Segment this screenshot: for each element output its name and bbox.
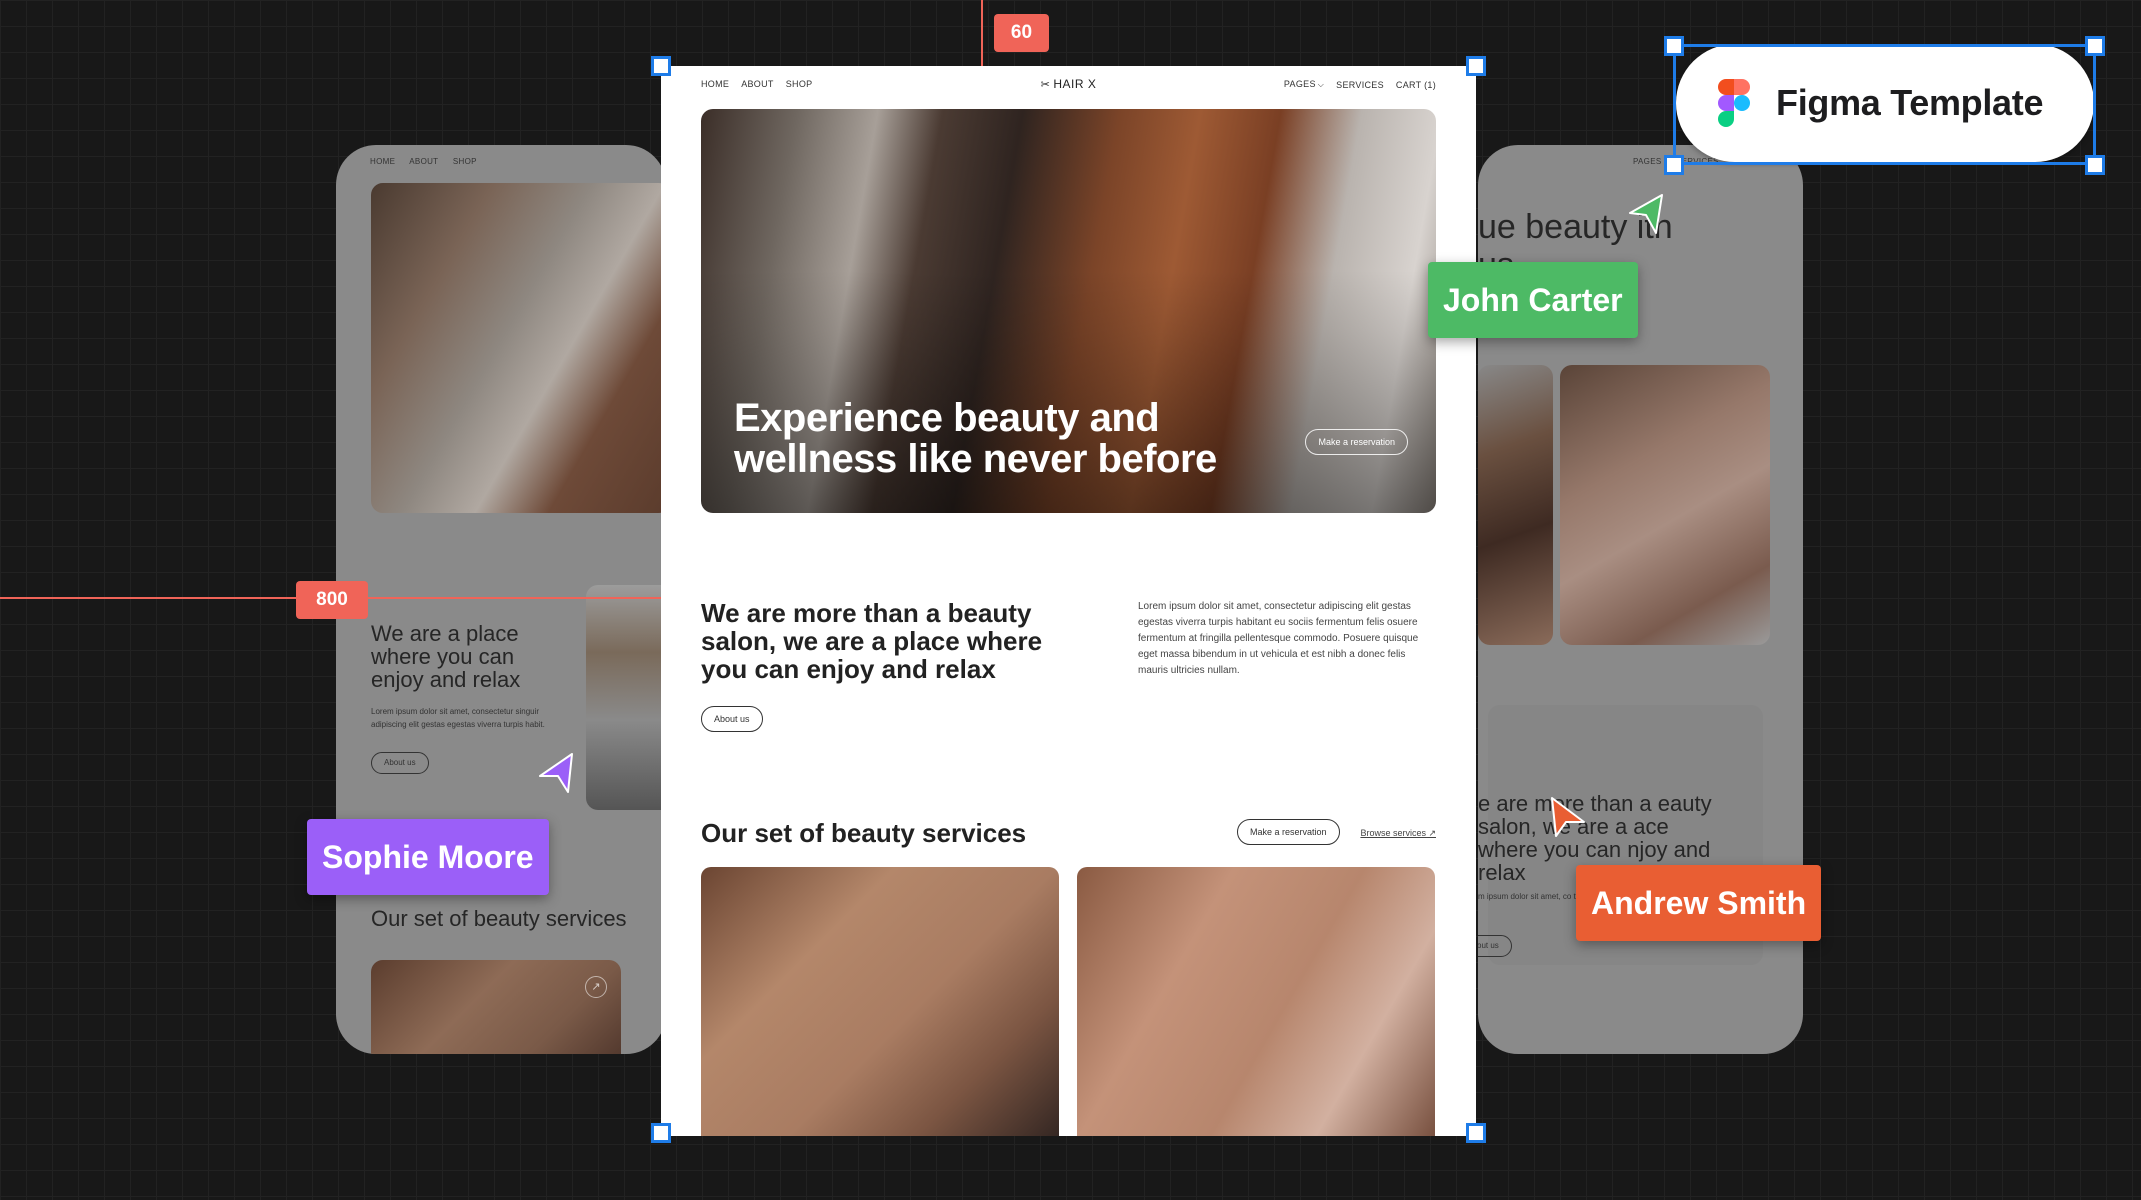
nav-home[interactable]: HOME [701, 79, 729, 89]
collaborator-tag-sophie: Sophie Moore [307, 819, 549, 895]
nav-pages-label: PAGES [1283, 79, 1316, 89]
eyeliner-photo [1560, 365, 1770, 645]
left-preview-services-title: Our set of beauty services [371, 906, 627, 931]
collaborator-tag-john: John Carter [1428, 262, 1638, 338]
logo-text: HAIR X [1053, 77, 1097, 91]
left-nav-home: HOME [370, 157, 396, 166]
right-preview-about-button: out us [1478, 935, 1512, 957]
sophie-cursor-icon [539, 753, 573, 793]
spacing-measure-label: 60 [994, 14, 1049, 52]
site-navbar: HOME ABOUT SHOP ✂ HAIR X PAGES ⌵ SERVICES … [701, 77, 1436, 99]
hero-reservation-button[interactable]: Make a reservation [1305, 429, 1408, 455]
badge-handle-bottom-right[interactable] [2085, 155, 2105, 175]
offset-measure-label: 800 [296, 581, 368, 619]
collaborator-tag-andrew: Andrew Smith [1576, 865, 1822, 941]
service-card-haircut[interactable] [1077, 867, 1435, 1136]
scissors-icon: ✂ [1040, 79, 1051, 91]
nav-shop[interactable]: SHOP [786, 79, 813, 89]
services-title: Our set of beauty services [701, 818, 1027, 848]
site-logo[interactable]: ✂ HAIR X [1041, 77, 1097, 91]
browse-services-link[interactable]: Browse services ↗ [1360, 828, 1436, 839]
about-us-button[interactable]: About us [701, 706, 763, 732]
stylist-photo [371, 183, 666, 513]
nav-about[interactable]: ABOUT [741, 79, 774, 89]
vertical-guide-line [981, 0, 983, 66]
services-reservation-button[interactable]: Make a reservation [1237, 819, 1340, 845]
badge-selection-border [1673, 44, 2096, 165]
left-preview-page: HOME ABOUT SHOP We are a place where you… [336, 145, 666, 1054]
badge-handle-top-right[interactable] [2085, 36, 2105, 56]
left-preview-paragraph: Lorem ipsum dolor sit amet, consectetur … [371, 707, 545, 729]
left-preview-heading: We are a place where you can enjoy and r… [371, 621, 521, 692]
hairdresser-photo [586, 585, 666, 810]
nav-services[interactable]: SERVICES [1336, 80, 1384, 90]
makeup-photo: ↗ [371, 960, 621, 1054]
arrow-up-right-icon: ↗ [585, 976, 607, 998]
left-preview-about-button: About us [371, 752, 429, 774]
andrew-cursor-icon [1551, 797, 1585, 837]
model-photo-1 [1478, 365, 1553, 645]
resize-handle-top-right[interactable] [1466, 56, 1486, 76]
badge-handle-bottom-left[interactable] [1664, 155, 1684, 175]
hero-title: Experience beauty and wellness like neve… [734, 396, 1217, 481]
left-nav-shop: SHOP [452, 157, 477, 166]
resize-handle-bottom-left[interactable] [651, 1123, 671, 1143]
hero-banner: Experience beauty and wellness like neve… [701, 109, 1436, 513]
chevron-down-icon: ⌵ [1317, 80, 1325, 89]
resize-handle-top-left[interactable] [651, 56, 671, 76]
nav-cart[interactable]: CART (1) [1396, 80, 1436, 90]
left-preview-nav: HOME ABOUT SHOP [370, 157, 489, 166]
badge-handle-top-left[interactable] [1664, 36, 1684, 56]
about-heading: We are more than a beauty salon, we are … [701, 598, 1043, 684]
left-nav-about: ABOUT [409, 157, 439, 166]
service-card-makeup[interactable] [701, 867, 1059, 1136]
right-nav-pages: PAGES [1633, 157, 1662, 166]
john-cursor-icon [1629, 194, 1663, 234]
nav-pages-dropdown[interactable]: PAGES ⌵ [1284, 79, 1324, 90]
about-paragraph: Lorem ipsum dolor sit amet, consectetur … [1138, 601, 1419, 676]
main-page-frame[interactable]: HOME ABOUT SHOP ✂ HAIR X PAGES ⌵ SERVICES … [661, 66, 1476, 1136]
resize-handle-bottom-right[interactable] [1466, 1123, 1486, 1143]
